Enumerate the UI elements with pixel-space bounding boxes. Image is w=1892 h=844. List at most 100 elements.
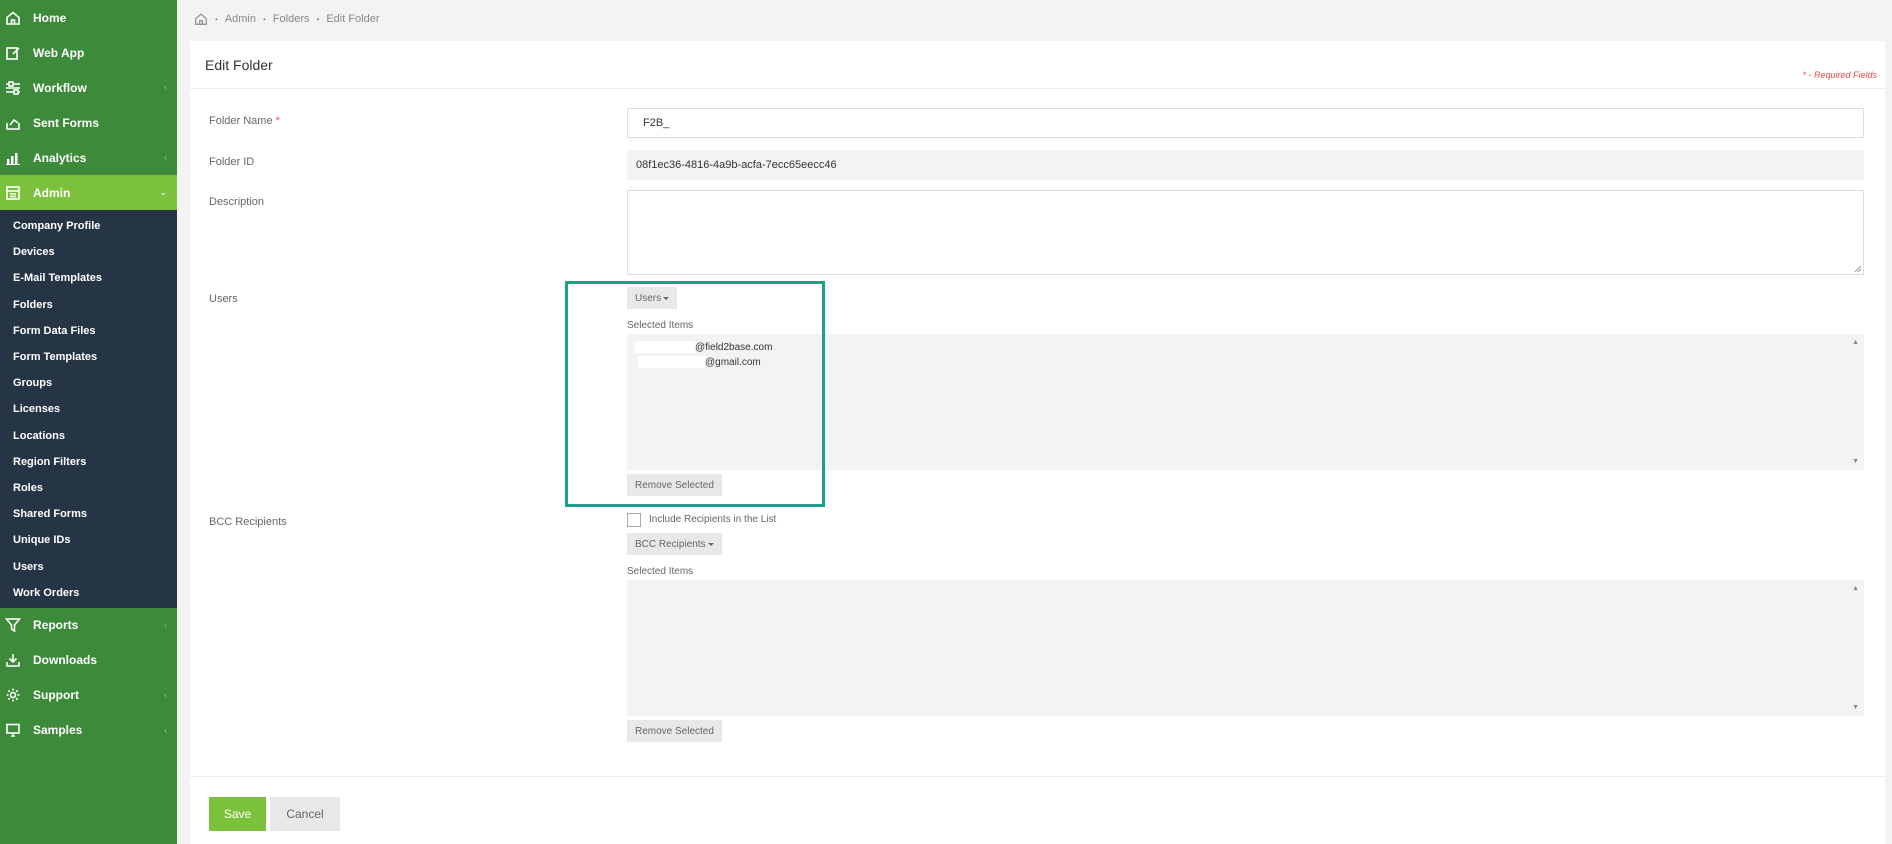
bcc-selected-label: Selected Items (627, 566, 694, 577)
breadcrumb: • Admin • Folders • Edit Folder (194, 12, 380, 26)
filter-icon (5, 617, 21, 633)
breadcrumb-separator: • (263, 14, 266, 24)
sidebar-item-unique-ids[interactable]: Unique IDs (0, 527, 177, 553)
breadcrumb-separator: • (215, 14, 218, 24)
resize-handle-icon[interactable] (1854, 265, 1862, 273)
required-fields-note: * - Required Fields (1802, 70, 1877, 80)
card-header: Edit Folder (190, 41, 1885, 89)
sidebar: Home Web App Workflow ‹ Sent Forms Analy… (0, 0, 177, 844)
chevron-left-icon: ‹ (164, 82, 167, 92)
description-label: Description (209, 196, 265, 208)
gear-icon (5, 687, 21, 703)
folder-id-field: 08f1ec36-4816-4a9b-acfa-7ecc65eecc46 (627, 150, 1864, 180)
folder-id-label: Folder ID (209, 156, 255, 168)
sidebar-item-company-profile[interactable]: Company Profile (0, 213, 177, 239)
caret-down-icon (663, 296, 670, 300)
sidebar-item-roles[interactable]: Roles (0, 475, 177, 501)
monitor-icon (5, 722, 21, 738)
sidebar-item-folders[interactable]: Folders (0, 292, 177, 318)
bcc-selected-listbox[interactable]: ▲ ▼ (627, 580, 1864, 716)
edit-folder-card: Edit Folder * - Required Fields Folder N… (190, 41, 1885, 844)
sidebar-item-groups[interactable]: Groups (0, 370, 177, 396)
users-dropdown-label: Users (635, 292, 662, 304)
nav-item-web-app[interactable]: Web App (0, 35, 177, 70)
list-item[interactable]: @gmail.com (638, 356, 761, 368)
required-star: * (275, 115, 280, 127)
footer-divider (190, 776, 1885, 777)
sent-forms-icon (5, 115, 21, 131)
breadcrumb-current: Edit Folder (326, 13, 380, 25)
sidebar-item-form-templates[interactable]: Form Templates (0, 344, 177, 370)
download-icon (5, 652, 21, 668)
home-icon[interactable] (194, 12, 208, 26)
scroll-down-icon[interactable]: ▼ (1852, 704, 1859, 711)
sidebar-item-licenses[interactable]: Licenses (0, 396, 177, 422)
folder-name-label-text: Folder Name (209, 115, 273, 127)
nav-label: Analytics (33, 150, 87, 165)
cancel-button[interactable]: Cancel (270, 797, 340, 831)
sidebar-item-work-orders[interactable]: Work Orders (0, 580, 177, 606)
nav-item-support[interactable]: Support ‹ (0, 678, 177, 713)
nav-item-sent-forms[interactable]: Sent Forms (0, 105, 177, 140)
caret-down-icon (707, 542, 714, 546)
home-icon (5, 10, 21, 26)
sidebar-item-email-templates[interactable]: E-Mail Templates (0, 265, 177, 291)
folder-name-input[interactable]: F2B_ (627, 108, 1864, 138)
users-selected-listbox[interactable]: ▲ ▼ @field2base.com @gmail.com (627, 334, 1864, 470)
nav-label: Reports (33, 618, 79, 633)
include-recipients-checkbox[interactable] (627, 513, 641, 527)
nav-label: Workflow (33, 80, 87, 95)
page-title: Edit Folder (205, 57, 273, 73)
nav-item-downloads[interactable]: Downloads (0, 643, 177, 678)
users-remove-selected-button[interactable]: Remove Selected (627, 474, 722, 496)
breadcrumb-folders[interactable]: Folders (273, 13, 310, 25)
nav-label: Admin (33, 185, 71, 200)
nav-label: Downloads (33, 653, 98, 668)
nav-label: Sent Forms (33, 115, 100, 130)
list-item-text: @field2base.com (695, 341, 773, 353)
description-textarea[interactable] (627, 190, 1864, 275)
redacted-block (638, 356, 705, 368)
redacted-block (635, 341, 695, 353)
bcc-dropdown-label: BCC Recipients (635, 538, 706, 550)
nav-item-workflow[interactable]: Workflow ‹ (0, 70, 177, 105)
users-selected-label: Selected Items (627, 320, 694, 331)
admin-submenu: Company Profile Devices E-Mail Templates… (0, 210, 177, 608)
save-button[interactable]: Save (209, 797, 266, 831)
admin-icon (5, 185, 21, 201)
sidebar-item-users[interactable]: Users (0, 553, 177, 579)
bcc-remove-selected-button[interactable]: Remove Selected (627, 720, 722, 742)
nav-label: Web App (33, 45, 85, 60)
nav-label: Samples (33, 723, 83, 738)
bcc-recipients-dropdown-button[interactable]: BCC Recipients (627, 533, 722, 555)
breadcrumb-separator: • (316, 14, 320, 24)
chevron-down-icon: ⌄ (159, 187, 167, 197)
sidebar-item-locations[interactable]: Locations (0, 423, 177, 449)
sidebar-item-devices[interactable]: Devices (0, 239, 177, 265)
users-dropdown-button[interactable]: Users (627, 287, 678, 309)
users-label: Users (209, 293, 238, 305)
sidebar-item-form-data-files[interactable]: Form Data Files (0, 318, 177, 344)
breadcrumb-admin[interactable]: Admin (225, 13, 256, 25)
bcc-recipients-label: BCC Recipients (209, 516, 287, 528)
sidebar-item-region-filters[interactable]: Region Filters (0, 449, 177, 475)
scroll-up-icon[interactable]: ▲ (1852, 339, 1859, 346)
nav-item-home[interactable]: Home (0, 0, 177, 35)
nav-item-admin[interactable]: Admin ⌄ (0, 175, 177, 210)
nav-item-analytics[interactable]: Analytics ‹ (0, 140, 177, 175)
scroll-down-icon[interactable]: ▼ (1852, 458, 1859, 465)
list-item-text: @gmail.com (705, 356, 761, 368)
chevron-left-icon: ‹ (164, 689, 167, 700)
list-item[interactable]: @field2base.com (635, 341, 772, 353)
workflow-icon (5, 80, 21, 96)
chevron-left-icon: ‹ (164, 619, 167, 630)
include-recipients-label: Include Recipients in the List (649, 514, 777, 525)
edit-icon (5, 45, 21, 61)
analytics-icon (5, 150, 21, 166)
folder-name-label: Folder Name * (209, 115, 280, 127)
sidebar-item-shared-forms[interactable]: Shared Forms (0, 501, 177, 527)
nav-item-reports[interactable]: Reports ‹ (0, 608, 177, 643)
nav-label: Home (33, 10, 67, 25)
nav-item-samples[interactable]: Samples ‹ (0, 713, 177, 748)
scroll-up-icon[interactable]: ▲ (1852, 585, 1859, 592)
